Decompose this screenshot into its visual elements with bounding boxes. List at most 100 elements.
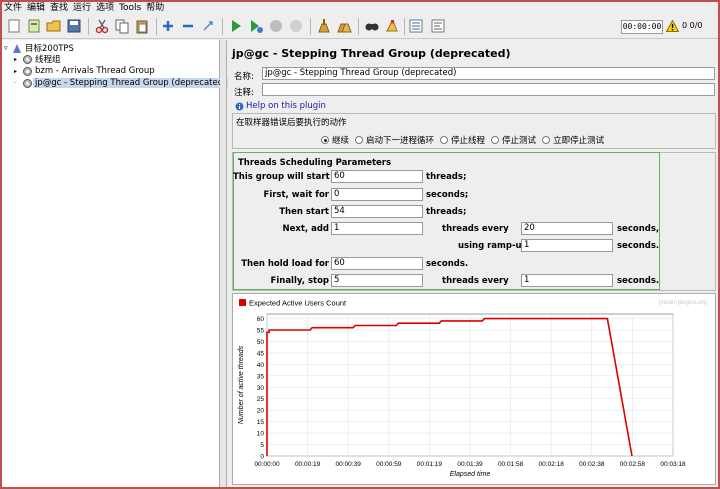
- threads-every-input[interactable]: 20: [521, 222, 613, 235]
- x-tick-label: 00:02:18: [539, 461, 565, 468]
- first-wait-input[interactable]: 0: [331, 188, 423, 201]
- this-group-input[interactable]: 60: [331, 170, 423, 183]
- threads-unit: threads;: [426, 172, 467, 182]
- radio-indicator: [542, 136, 551, 144]
- y-tick-label: 35: [257, 373, 265, 380]
- y-tick-label: 25: [257, 396, 265, 403]
- then-start-input[interactable]: 54: [331, 205, 423, 218]
- tree-expand-icon[interactable]: ·: [14, 80, 22, 87]
- clear-all-icon[interactable]: [336, 18, 352, 34]
- collapse-icon[interactable]: [180, 18, 196, 34]
- comment-field[interactable]: [262, 83, 715, 96]
- cut-icon[interactable]: [94, 18, 110, 34]
- watermark-label: jmeter-plugins.org: [658, 300, 707, 306]
- y-tick-label: 10: [257, 431, 265, 438]
- tree-item-arrivals[interactable]: ▸ bzm - Arrivals Thread Group: [14, 65, 157, 77]
- reset-search-icon[interactable]: [384, 18, 400, 34]
- x-tick-label: 00:02:38: [579, 461, 605, 468]
- new-icon[interactable]: [6, 18, 22, 34]
- menu-run[interactable]: 运行: [73, 2, 91, 14]
- radio-stop-test[interactable]: 停止测试: [491, 134, 536, 146]
- split-pane-divider[interactable]: [220, 40, 227, 487]
- radio-indicator: [440, 136, 449, 144]
- radio-indicator: [321, 136, 329, 144]
- shutdown-icon[interactable]: [288, 18, 304, 34]
- comment-label: 注释:: [234, 88, 254, 98]
- radio-continue[interactable]: 继续: [321, 134, 349, 146]
- help-icon[interactable]: [430, 18, 446, 34]
- hold-input[interactable]: 60: [331, 257, 423, 270]
- menu-tools[interactable]: Tools: [119, 2, 141, 14]
- first-wait-label: First, wait for: [263, 190, 329, 200]
- menu-edit[interactable]: 编辑: [27, 2, 45, 14]
- y-tick-label: 0: [260, 454, 264, 461]
- menu-file[interactable]: 文件: [4, 2, 22, 14]
- paste-icon[interactable]: [134, 18, 150, 34]
- templates-icon[interactable]: [26, 18, 42, 34]
- radio-stop-now[interactable]: 立即停止测试: [542, 134, 604, 146]
- gear-icon: [23, 78, 32, 88]
- seconds-dot: seconds.: [617, 241, 660, 251]
- then-start-label: Then start: [279, 207, 329, 217]
- x-tick-label: 00:00:19: [295, 461, 321, 468]
- menu-search[interactable]: 查找: [50, 2, 68, 14]
- x-tick-label: 00:01:19: [417, 461, 443, 468]
- tree-item-label: bzm - Arrivals Thread Group: [35, 66, 155, 76]
- x-tick-label: 00:00:39: [336, 461, 362, 468]
- next-add-input[interactable]: 1: [331, 222, 423, 235]
- y-tick-label: 55: [257, 328, 265, 335]
- active-threads-chart: Expected Active Users Count jmeter-plugin…: [238, 299, 707, 479]
- function-helper-icon[interactable]: [408, 18, 424, 34]
- x-tick-label: 00:01:39: [457, 461, 483, 468]
- tree-expand-icon[interactable]: ▸: [14, 68, 22, 75]
- x-axis-label: Elapsed time: [450, 471, 491, 478]
- elapsed-timer: 00:00:00: [621, 20, 663, 34]
- open-icon[interactable]: [46, 18, 62, 34]
- seconds-comma: seconds,: [617, 224, 660, 234]
- warning-icon[interactable]: [665, 19, 680, 35]
- y-tick-label: 50: [257, 339, 265, 346]
- radio-next-loop[interactable]: 启动下一进程循环: [355, 134, 434, 146]
- y-axis-label: Number of active threads: [238, 345, 245, 424]
- chart-panel: Expected Active Users Count jmeter-plugin…: [232, 293, 716, 485]
- test-plan-icon: [13, 43, 21, 53]
- stop-icon[interactable]: [268, 18, 284, 34]
- name-field[interactable]: jp@gc - Stepping Thread Group (deprecate…: [262, 67, 715, 80]
- radio-stop-thread[interactable]: 停止线程: [440, 134, 485, 146]
- this-group-label: This group will start: [233, 172, 330, 182]
- copy-icon[interactable]: [114, 18, 130, 34]
- search-icon[interactable]: [364, 18, 380, 34]
- radio-indicator: [355, 136, 364, 144]
- tree-expand-icon[interactable]: ▿: [4, 44, 12, 52]
- stop-every-input[interactable]: 1: [521, 274, 613, 287]
- thread-count: 0 0/0: [682, 21, 703, 30]
- test-plan-tree: ▿ 目标200TPS ▸ 线程组 ▸ bzm - Arrivals Thread…: [2, 40, 229, 487]
- menu-options[interactable]: 选项: [96, 2, 114, 14]
- stop-input[interactable]: 5: [331, 274, 423, 287]
- error-action-options: 继续 启动下一进程循环 停止线程 停止测试 立即停止测试: [321, 134, 610, 146]
- y-tick-label: 40: [257, 362, 265, 369]
- error-action-title: 在取样器错误后要执行的动作: [236, 118, 347, 128]
- tree-item-stepping[interactable]: · jp@gc - Stepping Thread Group (depreca…: [14, 77, 229, 89]
- info-icon: [235, 102, 244, 110]
- tree-item-label: 线程组: [35, 55, 61, 65]
- x-tick-label: 00:03:18: [660, 461, 686, 468]
- ramp-up-label: using ramp-up: [458, 241, 528, 251]
- expand-icon[interactable]: [160, 18, 176, 34]
- start-icon[interactable]: [228, 18, 244, 34]
- legend-label: Expected Active Users Count: [249, 299, 347, 308]
- save-icon[interactable]: [66, 18, 82, 34]
- toggle-icon[interactable]: [200, 18, 216, 34]
- tree-item-thread-group[interactable]: ▸ 线程组: [14, 53, 63, 65]
- menu-help[interactable]: 帮助: [146, 2, 164, 14]
- start-no-pause-icon[interactable]: [248, 18, 264, 34]
- legend-swatch: [239, 299, 246, 306]
- ramp-up-input[interactable]: 1: [521, 239, 613, 252]
- tree-expand-icon[interactable]: ▸: [14, 56, 22, 63]
- radio-indicator: [491, 136, 500, 144]
- clear-icon[interactable]: [316, 18, 332, 34]
- toolbar: 00:00:00 0 0/0: [2, 14, 718, 39]
- y-tick-label: 30: [257, 385, 265, 392]
- x-tick-label: 00:00:00: [254, 461, 280, 468]
- help-link[interactable]: Help on this plugin: [246, 101, 326, 111]
